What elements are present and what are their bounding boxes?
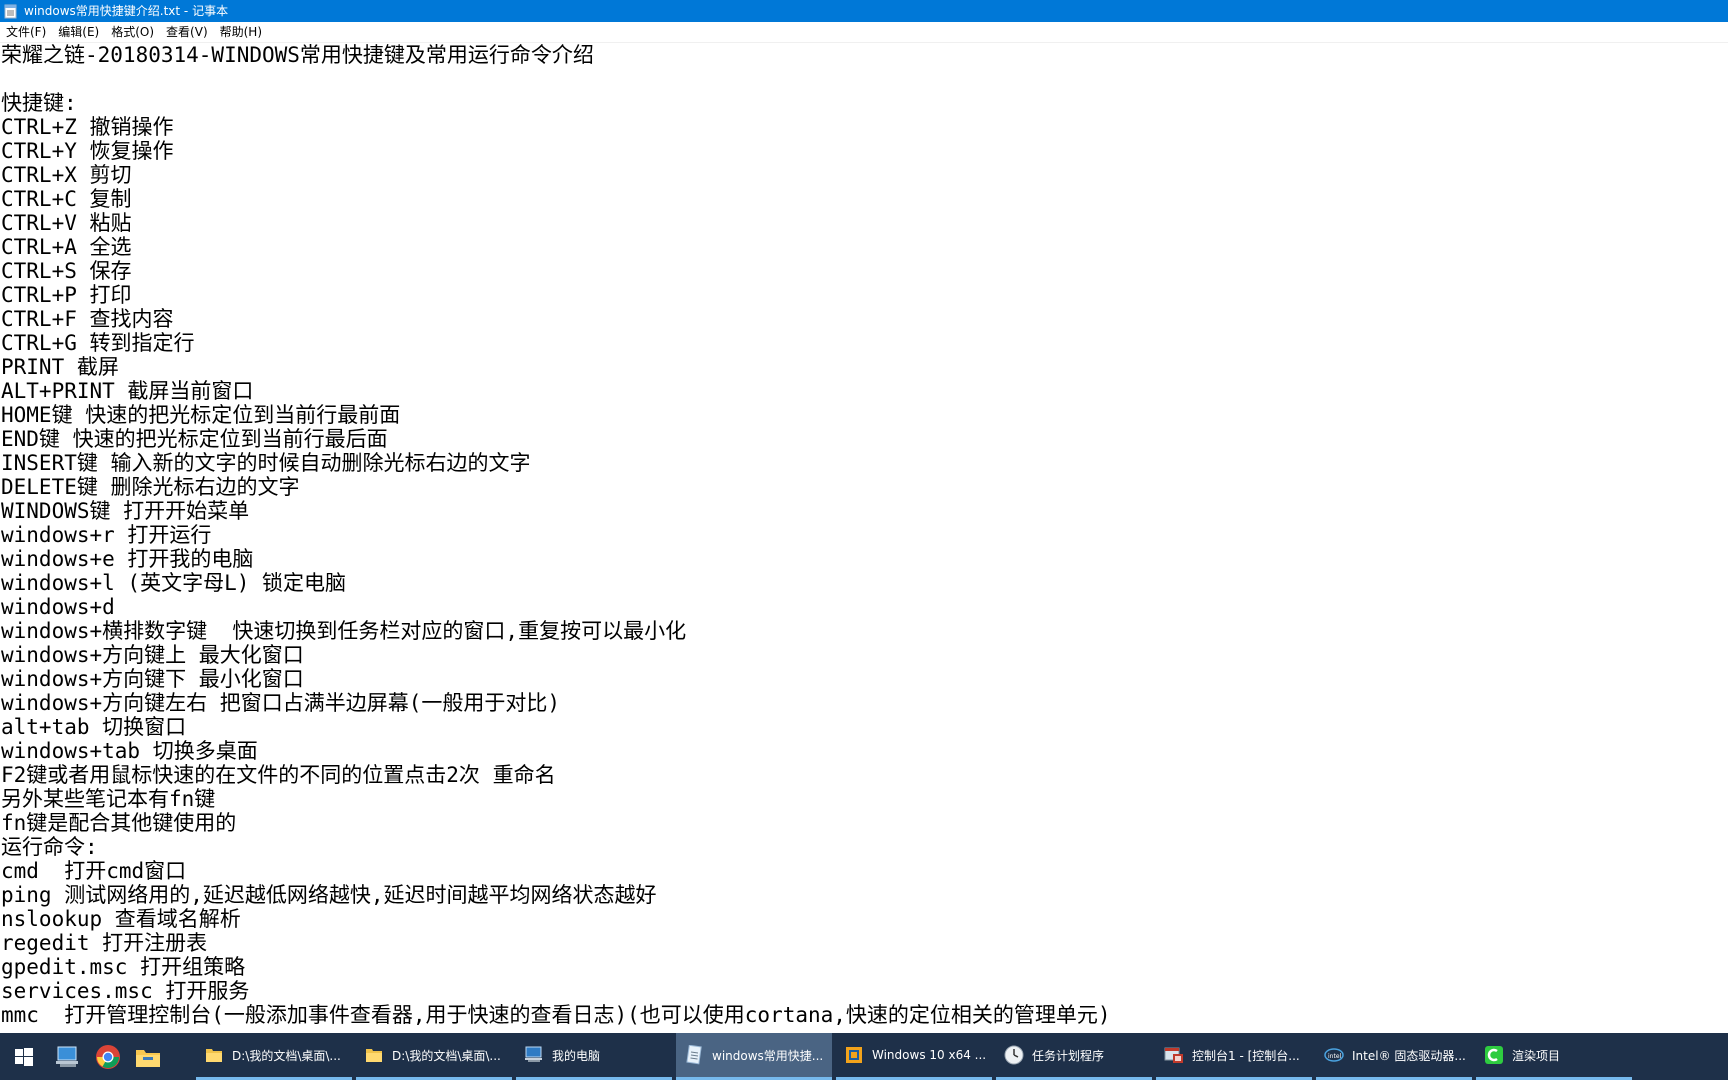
menu-help[interactable]: 帮助(H) — [214, 22, 268, 42]
text-line: CTRL+G 转到指定行 — [1, 331, 195, 355]
desktop-computer-icon — [56, 1046, 78, 1067]
text-line: services.msc 打开服务 — [1, 979, 250, 1003]
text-line: PRINT 截屏 — [1, 355, 119, 379]
taskbar-spacer — [168, 1033, 196, 1080]
taskbar-button[interactable]: 控制台1 - [控制台... — [1156, 1033, 1312, 1080]
text-line: DELETE键 删除光标右边的文字 — [1, 475, 300, 499]
text-line: 荣耀之链-20180314-WINDOWS常用快捷键及常用运行命令介绍 — [1, 43, 594, 67]
text-line: CTRL+F 查找内容 — [1, 307, 174, 331]
taskbar-button[interactable]: Windows 10 x64 ... — [836, 1033, 992, 1080]
text-line: CTRL+A 全选 — [1, 235, 132, 259]
text-line: windows+l (英文字母L) 锁定电脑 — [1, 571, 347, 595]
text-line: CTRL+Z 撤销操作 — [1, 115, 174, 139]
taskbar-button[interactable]: 渲染项目 — [1476, 1033, 1632, 1080]
computer-icon — [524, 1045, 544, 1065]
camtasia-icon — [1484, 1045, 1504, 1065]
text-line: mmc 打开管理控制台(一般添加事件查看器,用于快速的查看日志)(也可以使用co… — [1, 1003, 1111, 1027]
taskbar-button-label: windows常用快捷... — [712, 1048, 824, 1063]
notepad-window: windows常用快捷键介绍.txt - 记事本 文件(F) 编辑(E) 格式(… — [0, 0, 1728, 1033]
text-line: windows+d — [1, 595, 115, 619]
taskbar-button[interactable]: windows常用快捷... — [676, 1033, 832, 1080]
window-title: windows常用快捷键介绍.txt - 记事本 — [24, 4, 229, 18]
taskbar-pin-desktop-computer[interactable] — [48, 1033, 88, 1080]
notepad-icon — [684, 1045, 704, 1065]
chrome-icon — [96, 1044, 120, 1069]
text-line: regedit 打开注册表 — [1, 931, 208, 955]
taskbar-button-label: Intel® 固态驱动器... — [1352, 1048, 1466, 1063]
taskbar-button-label: 任务计划程序 — [1032, 1048, 1105, 1063]
intel-icon: intel — [1324, 1045, 1344, 1065]
folder-icon — [364, 1045, 384, 1065]
text-editor[interactable]: 荣耀之链-20180314-WINDOWS常用快捷键及常用运行命令介绍 快捷键: C… — [0, 43, 1728, 1033]
text-line: 运行命令: — [1, 835, 98, 859]
text-line: HOME键 快速的把光标定位到当前行最前面 — [1, 403, 401, 427]
text-line: CTRL+X 剪切 — [1, 163, 132, 187]
text-line: alt+tab 切换窗口 — [1, 715, 187, 739]
menu-file[interactable]: 文件(F) — [0, 22, 52, 42]
taskbar-button-label: 我的电脑 — [552, 1048, 601, 1063]
text-line: windows+方向键左右 把窗口占满半边屏幕(一般用于对比) — [1, 691, 561, 715]
taskbar-button[interactable]: D:\我的文档\桌面\... — [356, 1033, 512, 1080]
text-line: CTRL+V 粘贴 — [1, 211, 132, 235]
taskbar-button[interactable]: intel Intel® 固态驱动器... — [1316, 1033, 1472, 1080]
text-line: gpedit.msc 打开组策略 — [1, 955, 246, 979]
taskbar-button[interactable]: 我的电脑 — [516, 1033, 672, 1080]
taskbar-button[interactable]: 任务计划程序 — [996, 1033, 1152, 1080]
text-line: ping 测试网络用的,延迟越低网络越快,延迟时间越平均网络状态越好 — [1, 883, 657, 907]
console-icon — [1164, 1045, 1184, 1065]
file-explorer-icon — [136, 1049, 160, 1067]
menu-edit[interactable]: 编辑(E) — [52, 22, 105, 42]
taskbar-button-label: D:\我的文档\桌面\... — [392, 1048, 501, 1063]
taskbar-button-label: 渲染项目 — [1512, 1048, 1561, 1063]
text-line: windows+横排数字键 快速切换到任务栏对应的窗口,重复按可以最小化 — [1, 619, 687, 643]
start-button[interactable] — [0, 1033, 48, 1080]
taskbar-pin-file-explorer[interactable] — [128, 1033, 168, 1080]
text-line: windows+e 打开我的电脑 — [1, 547, 254, 571]
notepad-app-icon — [4, 4, 17, 18]
text-line: cmd 打开cmd窗口 — [1, 859, 187, 883]
title-bar[interactable]: windows常用快捷键介绍.txt - 记事本 — [0, 0, 1728, 22]
text-line: CTRL+P 打印 — [1, 283, 132, 307]
text-line: windows+方向键下 最小化窗口 — [1, 667, 304, 691]
text-line: nslookup 查看域名解析 — [1, 907, 241, 931]
svg-text:intel: intel — [1328, 1053, 1342, 1060]
text-line: windows+方向键上 最大化窗口 — [1, 643, 304, 667]
text-line: CTRL+Y 恢复操作 — [1, 139, 174, 163]
text-line: CTRL+C 复制 — [1, 187, 132, 211]
text-line: windows+tab 切换多桌面 — [1, 739, 258, 763]
taskbar-button-label: Windows 10 x64 ... — [872, 1048, 987, 1062]
taskbar-pin-chrome[interactable] — [88, 1033, 128, 1080]
text-line: 快捷键: — [1, 91, 77, 115]
taskbar-button[interactable]: D:\我的文档\桌面\... — [196, 1033, 352, 1080]
text-line — [0, 67, 1728, 91]
text-line: CTRL+S 保存 — [1, 259, 132, 283]
text-line: WINDOWS键 打开开始菜单 — [1, 499, 250, 523]
folder-icon — [204, 1045, 224, 1065]
text-line: F2键或者用鼠标快速的在文件的不同的位置点击2次 重命名 — [1, 763, 556, 787]
taskbar-button-label: 控制台1 - [控制台... — [1192, 1048, 1300, 1063]
clock-icon — [1004, 1045, 1024, 1065]
menu-bar: 文件(F) 编辑(E) 格式(O) 查看(V) 帮助(H) — [0, 22, 1728, 43]
text-line: windows+r 打开运行 — [1, 523, 212, 547]
taskbar-button-label: D:\我的文档\桌面\... — [232, 1048, 341, 1063]
text-line: END键 快速的把光标定位到当前行最后面 — [1, 427, 388, 451]
windows-logo-icon — [15, 1047, 33, 1066]
menu-format[interactable]: 格式(O) — [105, 22, 160, 42]
taskbar: D:\我的文档\桌面\... D:\我的文档\桌面\... 我的电脑 windows常… — [0, 1033, 1728, 1080]
text-line: 另外某些笔记本有fn键 — [1, 787, 216, 811]
text-line: INSERT键 输入新的文字的时候自动删除光标右边的文字 — [1, 451, 531, 475]
vm-icon — [844, 1045, 864, 1065]
menu-view[interactable]: 查看(V) — [160, 22, 214, 42]
text-line: fn键是配合其他键使用的 — [1, 811, 237, 835]
text-line: ALT+PRINT 截屏当前窗口 — [1, 379, 254, 403]
